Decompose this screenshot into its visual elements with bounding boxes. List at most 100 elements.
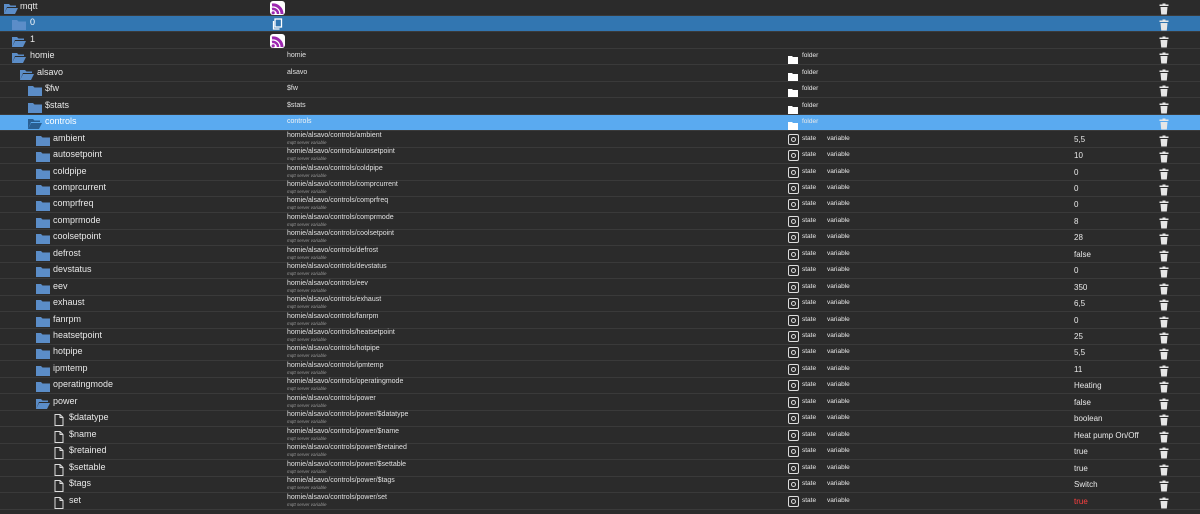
delete-trash-icon[interactable] — [1159, 167, 1169, 179]
delete-trash-icon[interactable] — [1159, 101, 1169, 114]
object-value[interactable]: true — [1074, 497, 1088, 506]
object-value[interactable]: 28 — [1074, 233, 1083, 242]
object-value[interactable]: 11 — [1074, 365, 1082, 374]
tree-row-fw[interactable]: $fw $fw folder — [0, 82, 1200, 99]
copy-icon[interactable] — [270, 17, 285, 31]
tree-row-stats[interactable]: $stats $stats folder — [0, 99, 1200, 115]
folder-icon[interactable] — [36, 331, 50, 343]
wifi-icon[interactable] — [270, 33, 285, 48]
tree-row-comprmode[interactable]: comprmode homie/alsavo/controls/comprmode… — [0, 214, 1200, 230]
object-value[interactable]: Heating — [1074, 381, 1102, 390]
delete-trash-icon[interactable] — [1159, 183, 1169, 196]
object-value[interactable]: boolean — [1074, 414, 1102, 423]
file-icon[interactable] — [54, 446, 68, 460]
file-icon[interactable] — [54, 496, 68, 509]
delete-trash-icon[interactable] — [1159, 84, 1169, 97]
delete-trash-icon[interactable] — [1159, 496, 1169, 508]
tree-row-settable[interactable]: $settable homie/alsavo/controls/power/$se… — [0, 461, 1200, 477]
folder-icon[interactable] — [36, 380, 50, 393]
folder-icon[interactable] — [36, 150, 50, 163]
folder-icon[interactable] — [36, 216, 50, 228]
tree-row-power[interactable]: power homie/alsavo/controls/power mqtt ser… — [0, 395, 1200, 411]
tree-row-fanrpm[interactable]: fanrpm homie/alsavo/controls/fanrpm mqtt s… — [0, 313, 1200, 329]
tree-row-exhaust[interactable]: exhaust homie/alsavo/controls/exhaust mqtt… — [0, 296, 1200, 313]
delete-trash-icon[interactable] — [1159, 265, 1169, 278]
tree-row-datatype[interactable]: $datatype homie/alsavo/controls/power/$da… — [0, 411, 1200, 428]
tree-row-comprcurrent[interactable]: comprcurrent homie/alsavo/controls/comprc… — [0, 181, 1200, 197]
object-value[interactable]: 0 — [1074, 168, 1078, 177]
tree-row-controls[interactable]: controls controls folder — [0, 115, 1200, 132]
folder-icon[interactable] — [36, 315, 50, 327]
object-value[interactable]: 0 — [1074, 316, 1078, 325]
object-value[interactable]: false — [1074, 250, 1091, 259]
tree-row-eev[interactable]: eev homie/alsavo/controls/eev mqtt server … — [0, 280, 1200, 296]
folder-icon[interactable] — [36, 249, 50, 261]
tree-row-devstatus[interactable]: devstatus homie/alsavo/controls/devstatus… — [0, 263, 1200, 280]
delete-trash-icon[interactable] — [1159, 2, 1169, 15]
delete-trash-icon[interactable] — [1159, 331, 1169, 344]
object-value[interactable]: 5,5 — [1074, 348, 1085, 357]
object-value[interactable]: true — [1074, 464, 1088, 473]
tree-row-coolsetpoint[interactable]: coolsetpoint homie/alsavo/controls/coolse… — [0, 230, 1200, 247]
delete-trash-icon[interactable] — [1159, 35, 1169, 48]
delete-trash-icon[interactable] — [1159, 463, 1169, 476]
object-value[interactable]: 0 — [1074, 184, 1078, 193]
delete-trash-icon[interactable] — [1159, 117, 1169, 130]
folder-icon[interactable] — [28, 101, 42, 113]
delete-trash-icon[interactable] — [1159, 430, 1169, 443]
tree-row-0[interactable]: 0 — [0, 16, 1200, 33]
delete-trash-icon[interactable] — [1159, 18, 1169, 31]
delete-trash-icon[interactable] — [1159, 347, 1169, 360]
delete-trash-icon[interactable] — [1159, 298, 1169, 311]
folder-icon[interactable] — [36, 347, 50, 360]
object-value[interactable]: 8 — [1074, 217, 1078, 226]
delete-trash-icon[interactable] — [1159, 380, 1169, 393]
object-value[interactable]: Switch — [1074, 480, 1098, 489]
folder-icon[interactable] — [28, 84, 42, 97]
tree-row-mqtt[interactable]: mqtt — [0, 0, 1200, 16]
object-value[interactable]: 25 — [1074, 332, 1083, 341]
folder-icon[interactable] — [36, 298, 50, 311]
folder-icon[interactable] — [36, 364, 50, 376]
file-icon[interactable] — [54, 413, 68, 427]
tree-row-name[interactable]: $name homie/alsavo/controls/power/$name mq… — [0, 428, 1200, 444]
folder-icon[interactable] — [36, 183, 50, 195]
folder-open-icon[interactable] — [36, 397, 50, 409]
object-value[interactable]: true — [1074, 447, 1088, 456]
tree-row-operatingmode[interactable]: operatingmode homie/alsavo/controls/opera… — [0, 378, 1200, 395]
delete-trash-icon[interactable] — [1159, 216, 1169, 229]
object-value[interactable]: 0 — [1074, 200, 1078, 209]
object-value[interactable]: 5,5 — [1074, 135, 1085, 144]
delete-trash-icon[interactable] — [1159, 199, 1169, 212]
tree-row-ipmtemp[interactable]: ipmtemp homie/alsavo/controls/ipmtemp mqtt… — [0, 362, 1200, 378]
folder-icon[interactable] — [12, 18, 26, 31]
file-icon[interactable] — [54, 463, 68, 476]
delete-trash-icon[interactable] — [1159, 51, 1169, 64]
delete-trash-icon[interactable] — [1159, 134, 1169, 147]
tree-row-retained[interactable]: $retained homie/alsavo/controls/power/$re… — [0, 444, 1200, 461]
delete-trash-icon[interactable] — [1159, 249, 1169, 262]
tree-row-set[interactable]: set homie/alsavo/controls/power/set mqtt s… — [0, 494, 1200, 510]
delete-trash-icon[interactable] — [1159, 150, 1169, 163]
folder-icon[interactable] — [36, 232, 50, 245]
tree-row-homie[interactable]: homie homie folder — [0, 49, 1200, 66]
tree-row-comprfreq[interactable]: comprfreq homie/alsavo/controls/comprfreq… — [0, 197, 1200, 214]
folder-icon[interactable] — [36, 265, 50, 278]
tree-row-alsavo[interactable]: alsavo alsavo folder — [0, 66, 1200, 82]
folder-open-icon[interactable] — [28, 117, 42, 130]
folder-open-icon[interactable] — [12, 35, 26, 47]
tree-row-defrost[interactable]: defrost homie/alsavo/controls/defrost mqtt… — [0, 247, 1200, 263]
delete-trash-icon[interactable] — [1159, 282, 1169, 295]
file-icon[interactable] — [54, 479, 68, 493]
object-value[interactable]: false — [1074, 398, 1091, 407]
tree-row-tags[interactable]: $tags homie/alsavo/controls/power/$tags mq… — [0, 477, 1200, 494]
object-value[interactable]: 10 — [1074, 151, 1083, 160]
folder-icon[interactable] — [36, 134, 50, 146]
object-value[interactable]: Heat pump On/Off — [1074, 431, 1139, 440]
delete-trash-icon[interactable] — [1159, 446, 1169, 459]
folder-open-icon[interactable] — [20, 68, 34, 80]
delete-trash-icon[interactable] — [1159, 397, 1169, 410]
file-icon[interactable] — [54, 430, 68, 443]
tree-row-autosetpoint[interactable]: autosetpoint homie/alsavo/controls/autose… — [0, 148, 1200, 165]
delete-trash-icon[interactable] — [1159, 364, 1169, 377]
